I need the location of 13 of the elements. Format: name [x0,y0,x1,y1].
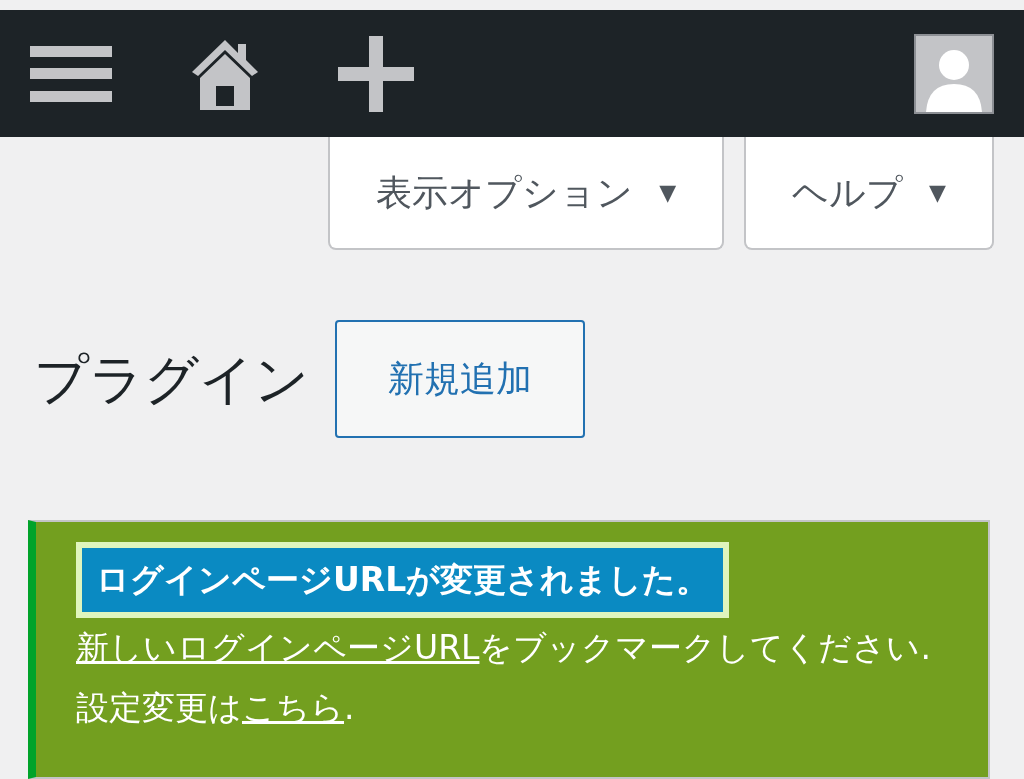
home-icon[interactable] [190,37,260,110]
page-title: プラグイン [34,346,309,413]
avatar-icon[interactable] [914,33,994,114]
menu-icon[interactable] [30,45,112,102]
notice-message: ログインページURLが変更されました。 新しいログインページURLをブックマークしてください. 設定変更は こちら. [76,542,944,738]
notice-link[interactable]: こちら [242,688,344,727]
caret-icon: ▼ [929,176,946,209]
add-new-button[interactable]: 新規追加 [335,320,585,438]
add-icon[interactable] [338,35,414,112]
screen-options-button[interactable]: ヘルプ ▼ [744,137,994,250]
screen-options-button[interactable]: 表示オプション ▼ [328,137,725,250]
highlight-badge: ログインページURLが変更されました。 [76,542,730,618]
caret-icon: ▼ [659,176,677,209]
